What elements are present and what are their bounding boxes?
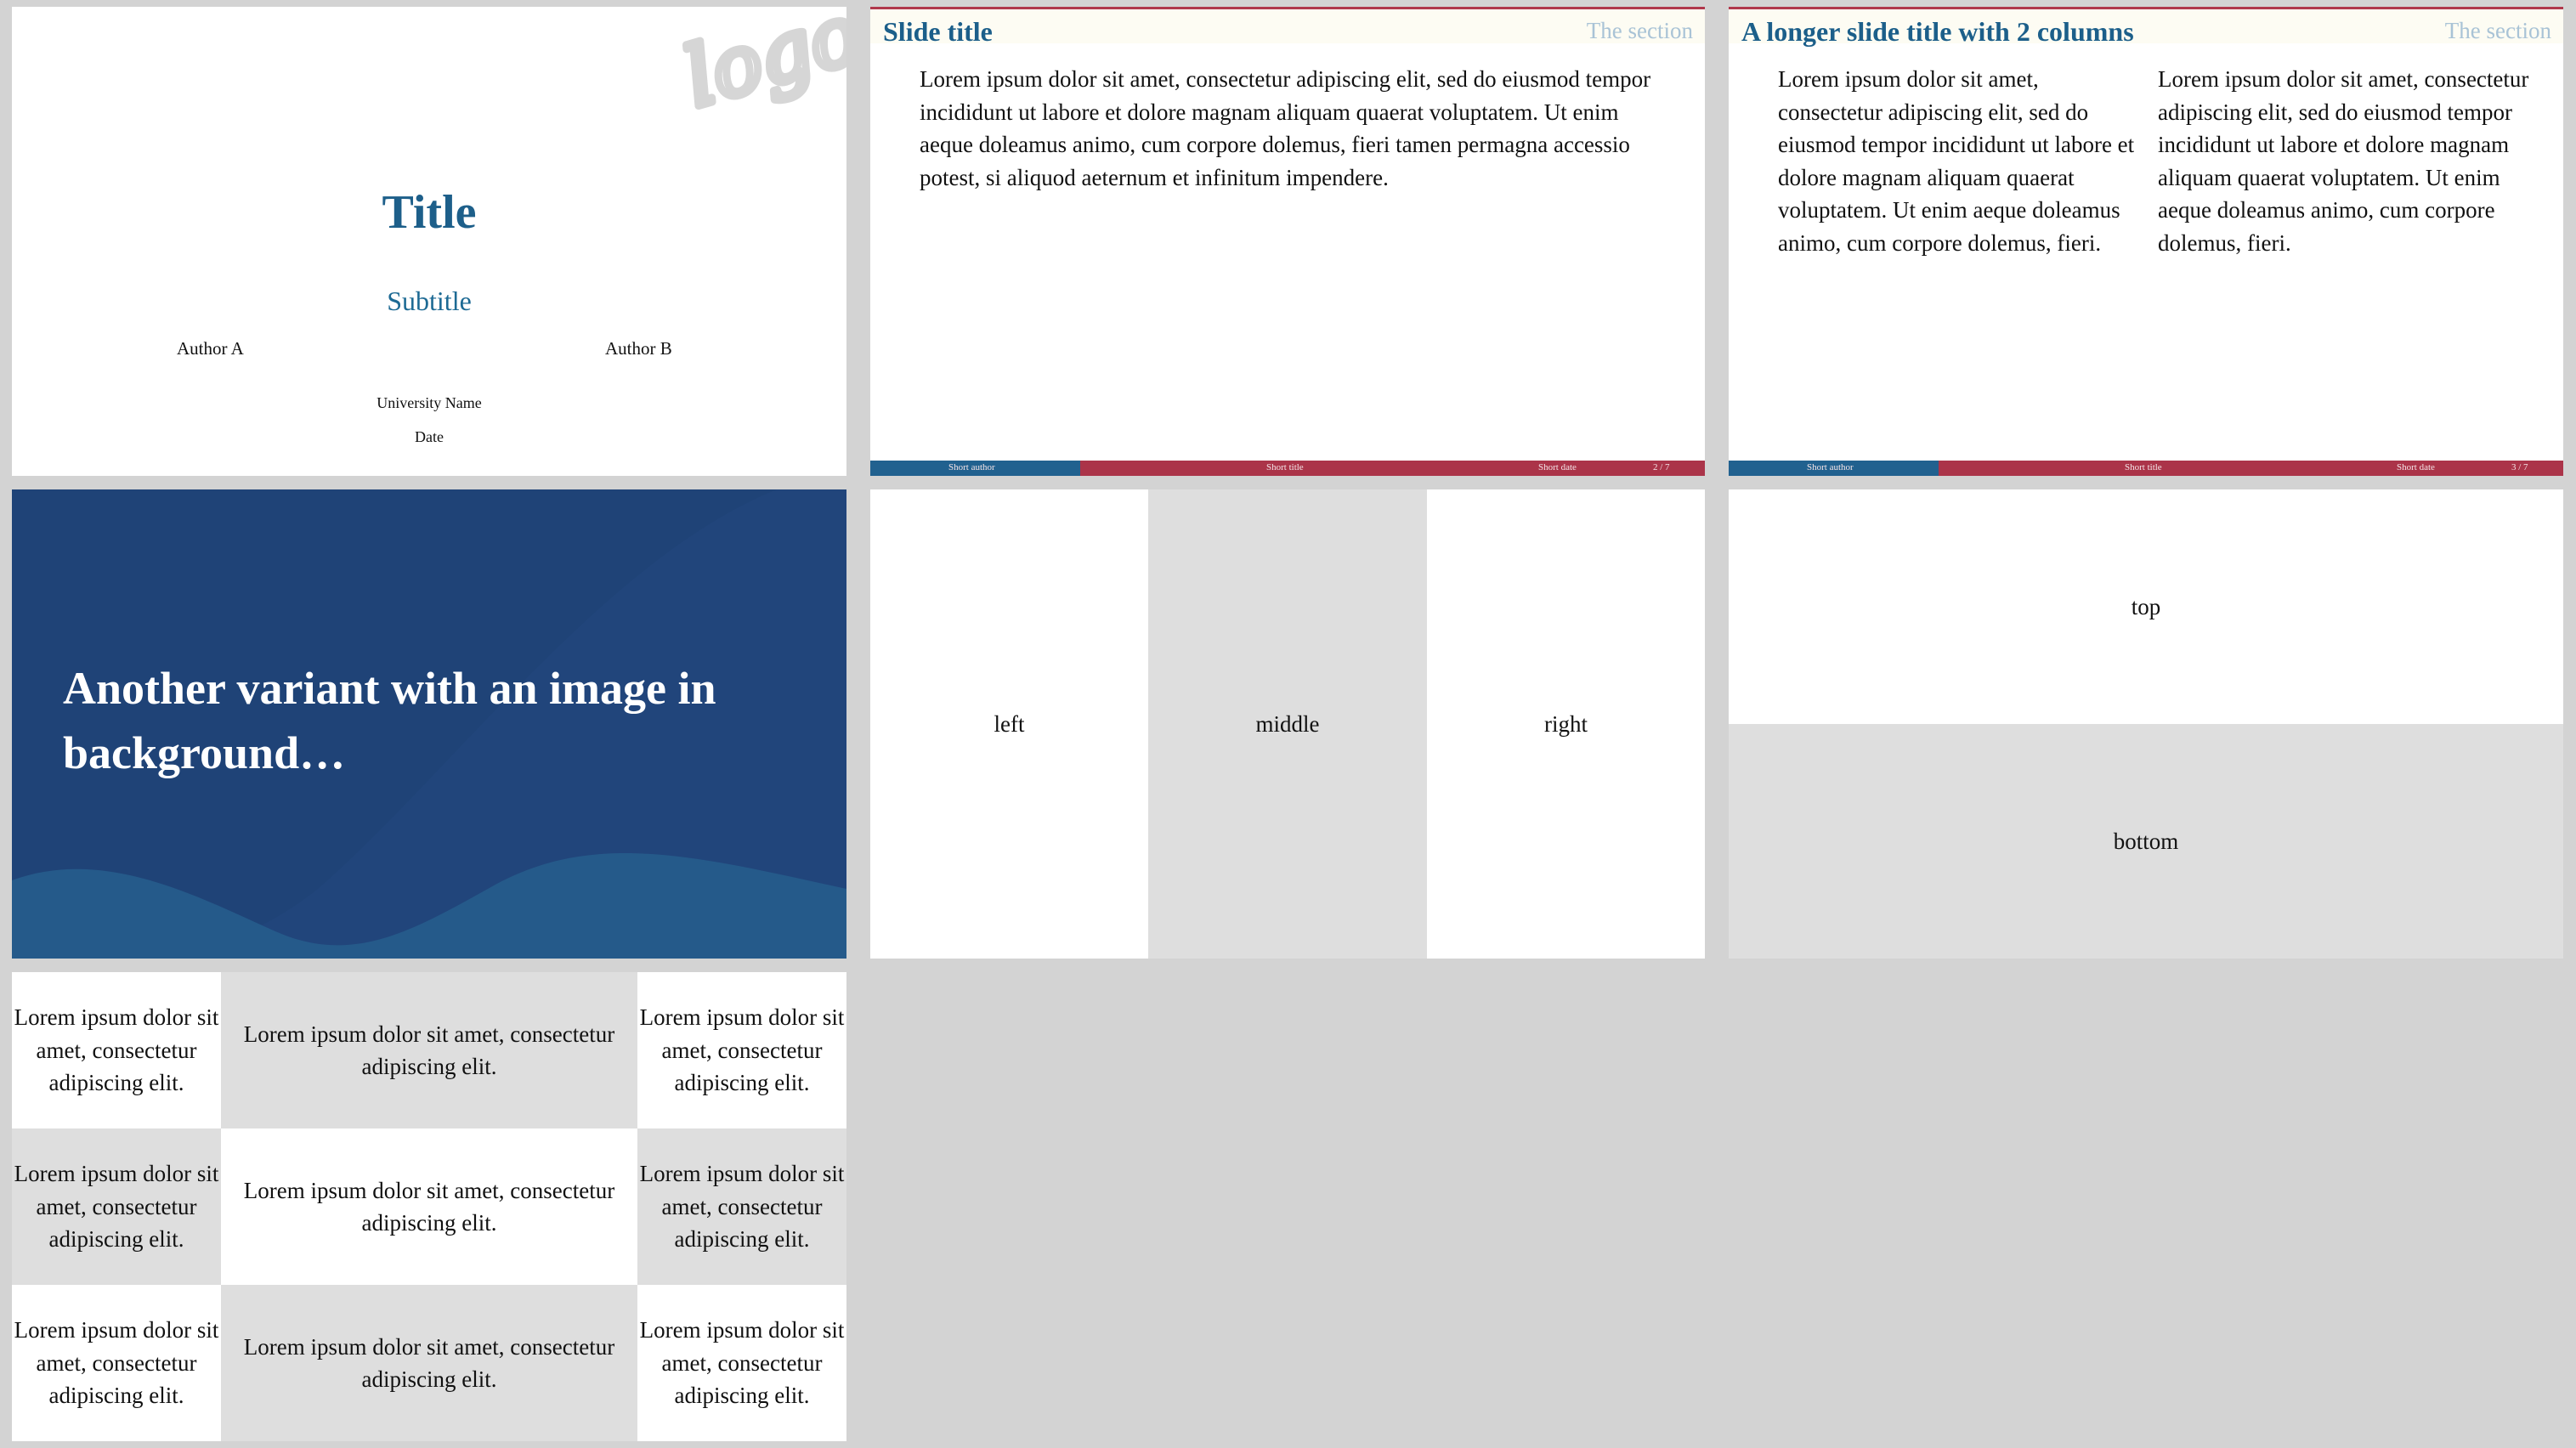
grid-cell: Lorem ipsum dolor sit amet, consectetur … [637, 1285, 846, 1441]
pane-middle-label: middle [1255, 710, 1320, 737]
grid-cell-text: Lorem ipsum dolor sit amet, consectetur … [639, 1161, 845, 1253]
grid-cell: Lorem ipsum dolor sit amet, consectetur … [221, 1285, 637, 1441]
pane-right-label: right [1544, 710, 1588, 737]
institution: University Name [376, 394, 482, 411]
footer-title: Short title [2125, 462, 2162, 472]
slide-background-image[interactable]: Another variant with an image in backgro… [12, 489, 846, 959]
grid-cell: Lorem ipsum dolor sit amet, consectetur … [12, 972, 221, 1128]
footer-date: Short date [1538, 462, 1577, 472]
slide-basic[interactable]: Slide title The section Lorem ipsum dolo… [870, 7, 1705, 476]
column-right-text: Lorem ipsum dolor sit amet, consectetur … [2158, 66, 2529, 256]
slide-two-columns[interactable]: A longer slide title with 2 columns The … [1729, 7, 2563, 476]
footer-author: Short author [1807, 462, 1854, 472]
presentation-title: Title [382, 186, 477, 239]
slide-footer: Short author Short title Short date 3 / … [1729, 461, 2563, 476]
slide-header: Slide title The section [870, 9, 1705, 47]
grid-cell: Lorem ipsum dolor sit amet, consectetur … [221, 1128, 637, 1285]
grid-cell-text: Lorem ipsum dolor sit amet, consectetur … [14, 1161, 219, 1253]
grid-cell-text: Lorem ipsum dolor sit amet, consectetur … [639, 1004, 845, 1096]
slide-body: Lorem ipsum dolor sit amet, consectetur … [920, 66, 1651, 190]
slide-footer: Short author Short title Short date 2 / … [870, 461, 1705, 476]
grid-cell-text: Lorem ipsum dolor sit amet, consectetur … [243, 1021, 615, 1080]
pane-left: left [870, 489, 1148, 959]
pane-right: right [1427, 489, 1705, 959]
author-b: Author B [605, 338, 672, 359]
slide-title[interactable]: logo Title Subtitle Author A Author B Un… [12, 7, 846, 476]
section-label: The section [2444, 18, 2551, 43]
pane-left-label: left [994, 710, 1025, 737]
pane-bottom-label: bottom [2113, 828, 2179, 854]
grid-cell: Lorem ipsum dolor sit amet, consectetur … [637, 1128, 846, 1285]
slide-two-rows[interactable]: top bottom [1729, 489, 2563, 959]
pane-top: top [1729, 489, 2563, 724]
footer-author: Short author [948, 462, 995, 472]
grid-cell-text: Lorem ipsum dolor sit amet, consectetur … [14, 1004, 219, 1096]
grid-cell-text: Lorem ipsum dolor sit amet, consectetur … [243, 1177, 615, 1236]
column-left-text: Lorem ipsum dolor sit amet, consectetur … [1778, 66, 2135, 256]
section-label: The section [1586, 18, 1693, 43]
footer-page-number: 3 / 7 [2511, 462, 2528, 472]
pane-middle: middle [1148, 489, 1427, 959]
pane-top-label: top [2131, 593, 2161, 619]
background-slide-title: Another variant with an image in backgro… [63, 663, 716, 778]
footer-page-number: 2 / 7 [1653, 462, 1670, 472]
footer-date: Short date [2397, 462, 2435, 472]
slide-grid[interactable]: Lorem ipsum dolor sit amet, consectetur … [12, 972, 846, 1441]
slide-header: A longer slide title with 2 columns The … [1729, 9, 2563, 47]
presentation-date: Date [415, 428, 444, 445]
presentation-subtitle: Subtitle [387, 286, 472, 316]
logo-watermark: logo [680, 7, 846, 129]
slide-title: A longer slide title with 2 columns [1741, 16, 2134, 47]
slide-title: Slide title [883, 16, 993, 47]
grid-cell: Lorem ipsum dolor sit amet, consectetur … [637, 972, 846, 1128]
slide-three-columns[interactable]: left middle right [870, 489, 1705, 959]
grid-cell: Lorem ipsum dolor sit amet, consectetur … [12, 1128, 221, 1285]
author-a: Author A [177, 338, 244, 359]
grid-cell-text: Lorem ipsum dolor sit amet, consectetur … [639, 1317, 845, 1409]
svg-text:logo: logo [680, 7, 846, 126]
grid-cell: Lorem ipsum dolor sit amet, consectetur … [221, 972, 637, 1128]
grid-cell-text: Lorem ipsum dolor sit amet, consectetur … [243, 1333, 615, 1393]
pane-bottom: bottom [1729, 724, 2563, 959]
grid-cell: Lorem ipsum dolor sit amet, consectetur … [12, 1285, 221, 1441]
grid-cell-text: Lorem ipsum dolor sit amet, consectetur … [14, 1317, 219, 1409]
footer-title: Short title [1266, 462, 1304, 472]
